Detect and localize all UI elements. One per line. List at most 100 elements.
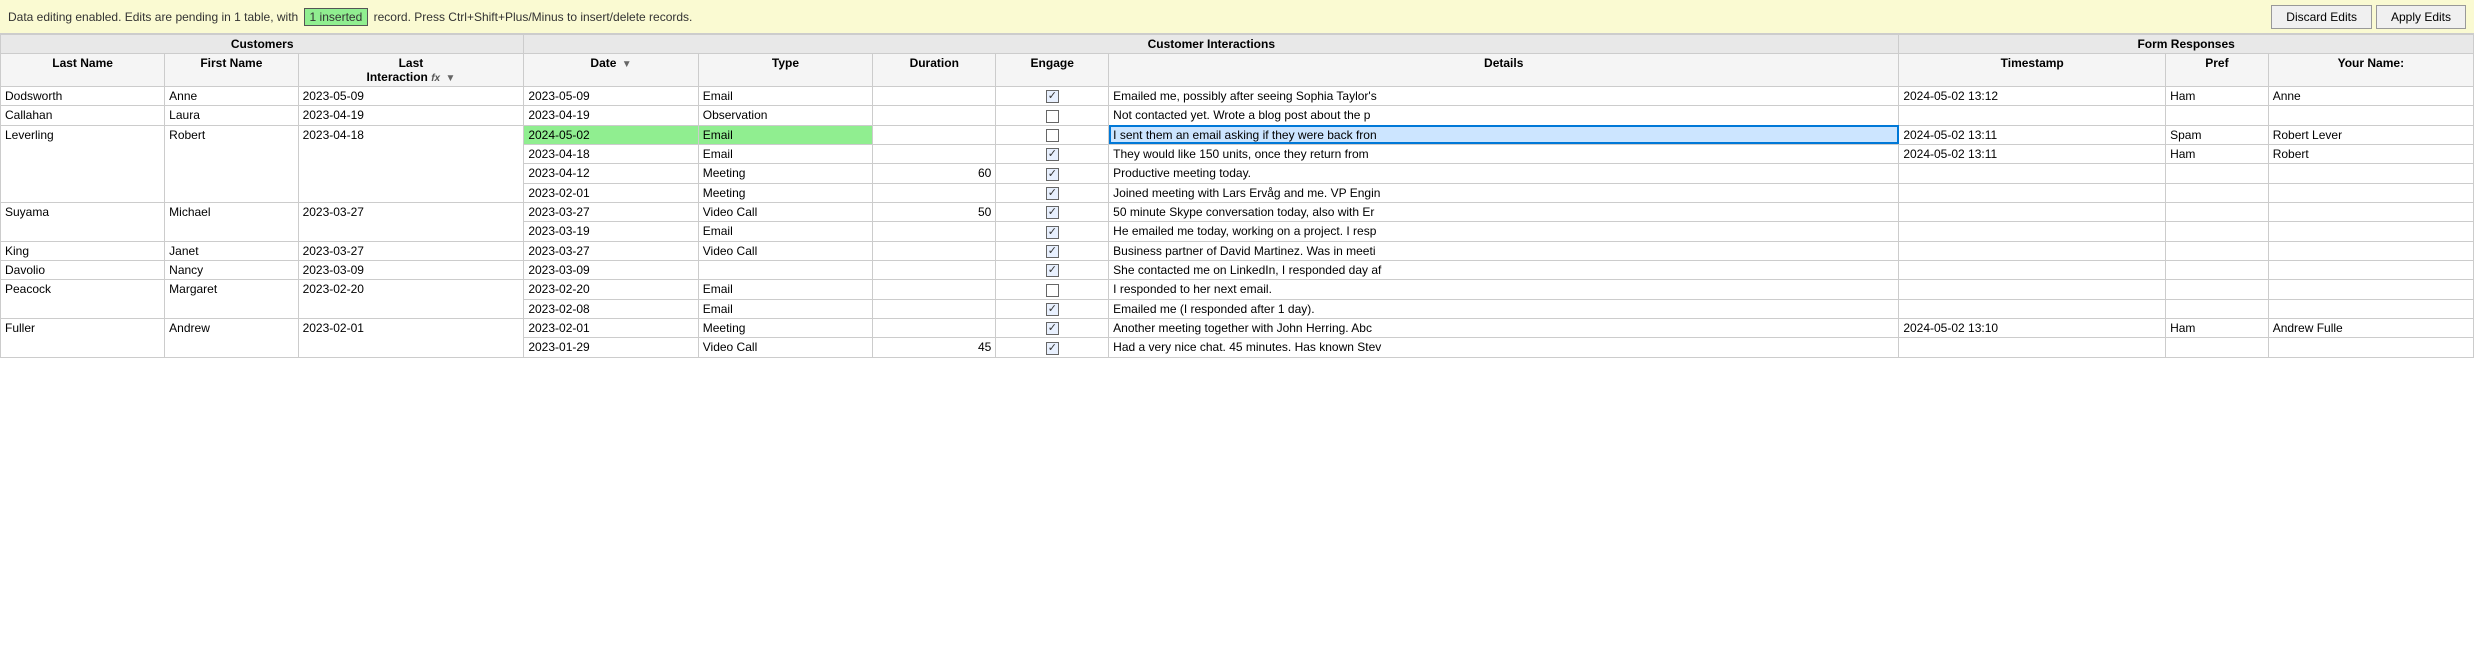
cell-yourname[interactable]: Robert Lever	[2268, 125, 2473, 144]
cell-timestamp[interactable]	[1899, 260, 2166, 279]
cell-engage[interactable]	[996, 202, 1109, 221]
cell-date[interactable]: 2023-02-01	[524, 318, 698, 337]
cell-details[interactable]: Business partner of David Martinez. Was …	[1109, 241, 1899, 260]
cell-last-interaction[interactable]: 2023-04-19	[298, 106, 524, 125]
cell-duration[interactable]	[873, 222, 996, 241]
discard-edits-button[interactable]: Discard Edits	[2271, 5, 2372, 29]
cell-lastname[interactable]: Fuller	[1, 318, 165, 357]
cell-type[interactable]: Meeting	[698, 164, 872, 183]
cell-timestamp[interactable]	[1899, 241, 2166, 260]
cell-type[interactable]: Email	[698, 280, 872, 299]
cell-engage[interactable]	[996, 241, 1109, 260]
cell-date[interactable]: 2023-02-01	[524, 183, 698, 202]
cell-duration[interactable]	[873, 260, 996, 279]
cell-timestamp[interactable]	[1899, 222, 2166, 241]
cell-pref[interactable]	[2166, 241, 2269, 260]
cell-details[interactable]: She contacted me on LinkedIn, I responde…	[1109, 260, 1899, 279]
cell-lastname[interactable]: Dodsworth	[1, 87, 165, 106]
cell-pref[interactable]: Ham	[2166, 87, 2269, 106]
cell-details[interactable]: He emailed me today, working on a projec…	[1109, 222, 1899, 241]
cell-yourname[interactable]	[2268, 299, 2473, 318]
cell-timestamp[interactable]	[1899, 164, 2166, 183]
cell-date[interactable]: 2023-04-19	[524, 106, 698, 125]
cell-type[interactable]: Meeting	[698, 318, 872, 337]
cell-duration[interactable]: 50	[873, 202, 996, 221]
cell-lastname[interactable]: Callahan	[1, 106, 165, 125]
cell-lastname[interactable]: Leverling	[1, 125, 165, 202]
cell-pref[interactable]: Spam	[2166, 125, 2269, 144]
cell-date[interactable]: 2023-02-08	[524, 299, 698, 318]
cell-timestamp[interactable]: 2024-05-02 13:11	[1899, 144, 2166, 163]
cell-engage[interactable]	[996, 338, 1109, 357]
cell-engage[interactable]	[996, 318, 1109, 337]
cell-lastname[interactable]: Davolio	[1, 260, 165, 279]
cell-type[interactable]: Email	[698, 222, 872, 241]
cell-engage[interactable]	[996, 299, 1109, 318]
cell-pref[interactable]	[2166, 280, 2269, 299]
cell-engage[interactable]	[996, 125, 1109, 144]
cell-yourname[interactable]: Andrew Fulle	[2268, 318, 2473, 337]
cell-yourname[interactable]	[2268, 260, 2473, 279]
cell-duration[interactable]	[873, 280, 996, 299]
cell-yourname[interactable]	[2268, 338, 2473, 357]
cell-details[interactable]: Emailed me, possibly after seeing Sophia…	[1109, 87, 1899, 106]
cell-engage[interactable]	[996, 222, 1109, 241]
cell-details[interactable]: I sent them an email asking if they were…	[1109, 125, 1899, 144]
cell-type[interactable]: Observation	[698, 106, 872, 125]
cell-date[interactable]: 2023-02-20	[524, 280, 698, 299]
cell-timestamp[interactable]	[1899, 338, 2166, 357]
cell-date[interactable]: 2023-04-18	[524, 144, 698, 163]
cell-firstname[interactable]: Nancy	[165, 260, 298, 279]
cell-details[interactable]: 50 minute Skype conversation today, also…	[1109, 202, 1899, 221]
cell-engage[interactable]	[996, 106, 1109, 125]
cell-yourname[interactable]	[2268, 183, 2473, 202]
cell-firstname[interactable]: Michael	[165, 202, 298, 241]
cell-engage[interactable]	[996, 144, 1109, 163]
cell-type[interactable]	[698, 260, 872, 279]
cell-timestamp[interactable]	[1899, 299, 2166, 318]
cell-last-interaction[interactable]: 2023-05-09	[298, 87, 524, 106]
cell-yourname[interactable]	[2268, 106, 2473, 125]
cell-date[interactable]: 2023-03-09	[524, 260, 698, 279]
cell-duration[interactable]: 60	[873, 164, 996, 183]
cell-type[interactable]: Email	[698, 299, 872, 318]
cell-yourname[interactable]	[2268, 241, 2473, 260]
cell-yourname[interactable]	[2268, 202, 2473, 221]
cell-pref[interactable]	[2166, 338, 2269, 357]
cell-lastname[interactable]: Peacock	[1, 280, 165, 319]
cell-timestamp[interactable]: 2024-05-02 13:12	[1899, 87, 2166, 106]
cell-last-interaction[interactable]: 2023-03-27	[298, 202, 524, 241]
cell-date[interactable]: 2023-05-09	[524, 87, 698, 106]
cell-details[interactable]: Emailed me (I responded after 1 day).	[1109, 299, 1899, 318]
cell-firstname[interactable]: Robert	[165, 125, 298, 202]
cell-pref[interactable]	[2166, 222, 2269, 241]
cell-date[interactable]: 2023-03-19	[524, 222, 698, 241]
cell-firstname[interactable]: Janet	[165, 241, 298, 260]
cell-last-interaction[interactable]: 2023-02-20	[298, 280, 524, 319]
cell-details[interactable]: Had a very nice chat. 45 minutes. Has kn…	[1109, 338, 1899, 357]
cell-pref[interactable]	[2166, 202, 2269, 221]
cell-firstname[interactable]: Laura	[165, 106, 298, 125]
cell-date[interactable]: 2023-01-29	[524, 338, 698, 357]
cell-duration[interactable]: 45	[873, 338, 996, 357]
cell-timestamp[interactable]: 2024-05-02 13:11	[1899, 125, 2166, 144]
cell-details[interactable]: Productive meeting today.	[1109, 164, 1899, 183]
cell-date[interactable]: 2024-05-02	[524, 125, 698, 144]
cell-duration[interactable]	[873, 87, 996, 106]
cell-type[interactable]: Meeting	[698, 183, 872, 202]
cell-pref[interactable]	[2166, 106, 2269, 125]
cell-pref[interactable]	[2166, 164, 2269, 183]
cell-type[interactable]: Email	[698, 87, 872, 106]
cell-type[interactable]: Email	[698, 125, 872, 144]
cell-lastname[interactable]: King	[1, 241, 165, 260]
cell-pref[interactable]	[2166, 260, 2269, 279]
cell-last-interaction[interactable]: 2023-03-09	[298, 260, 524, 279]
cell-engage[interactable]	[996, 260, 1109, 279]
cell-type[interactable]: Email	[698, 144, 872, 163]
cell-duration[interactable]	[873, 106, 996, 125]
cell-details[interactable]: Joined meeting with Lars Ervåg and me. V…	[1109, 183, 1899, 202]
cell-engage[interactable]	[996, 183, 1109, 202]
cell-pref[interactable]	[2166, 183, 2269, 202]
cell-date[interactable]: 2023-03-27	[524, 241, 698, 260]
cell-timestamp[interactable]	[1899, 202, 2166, 221]
